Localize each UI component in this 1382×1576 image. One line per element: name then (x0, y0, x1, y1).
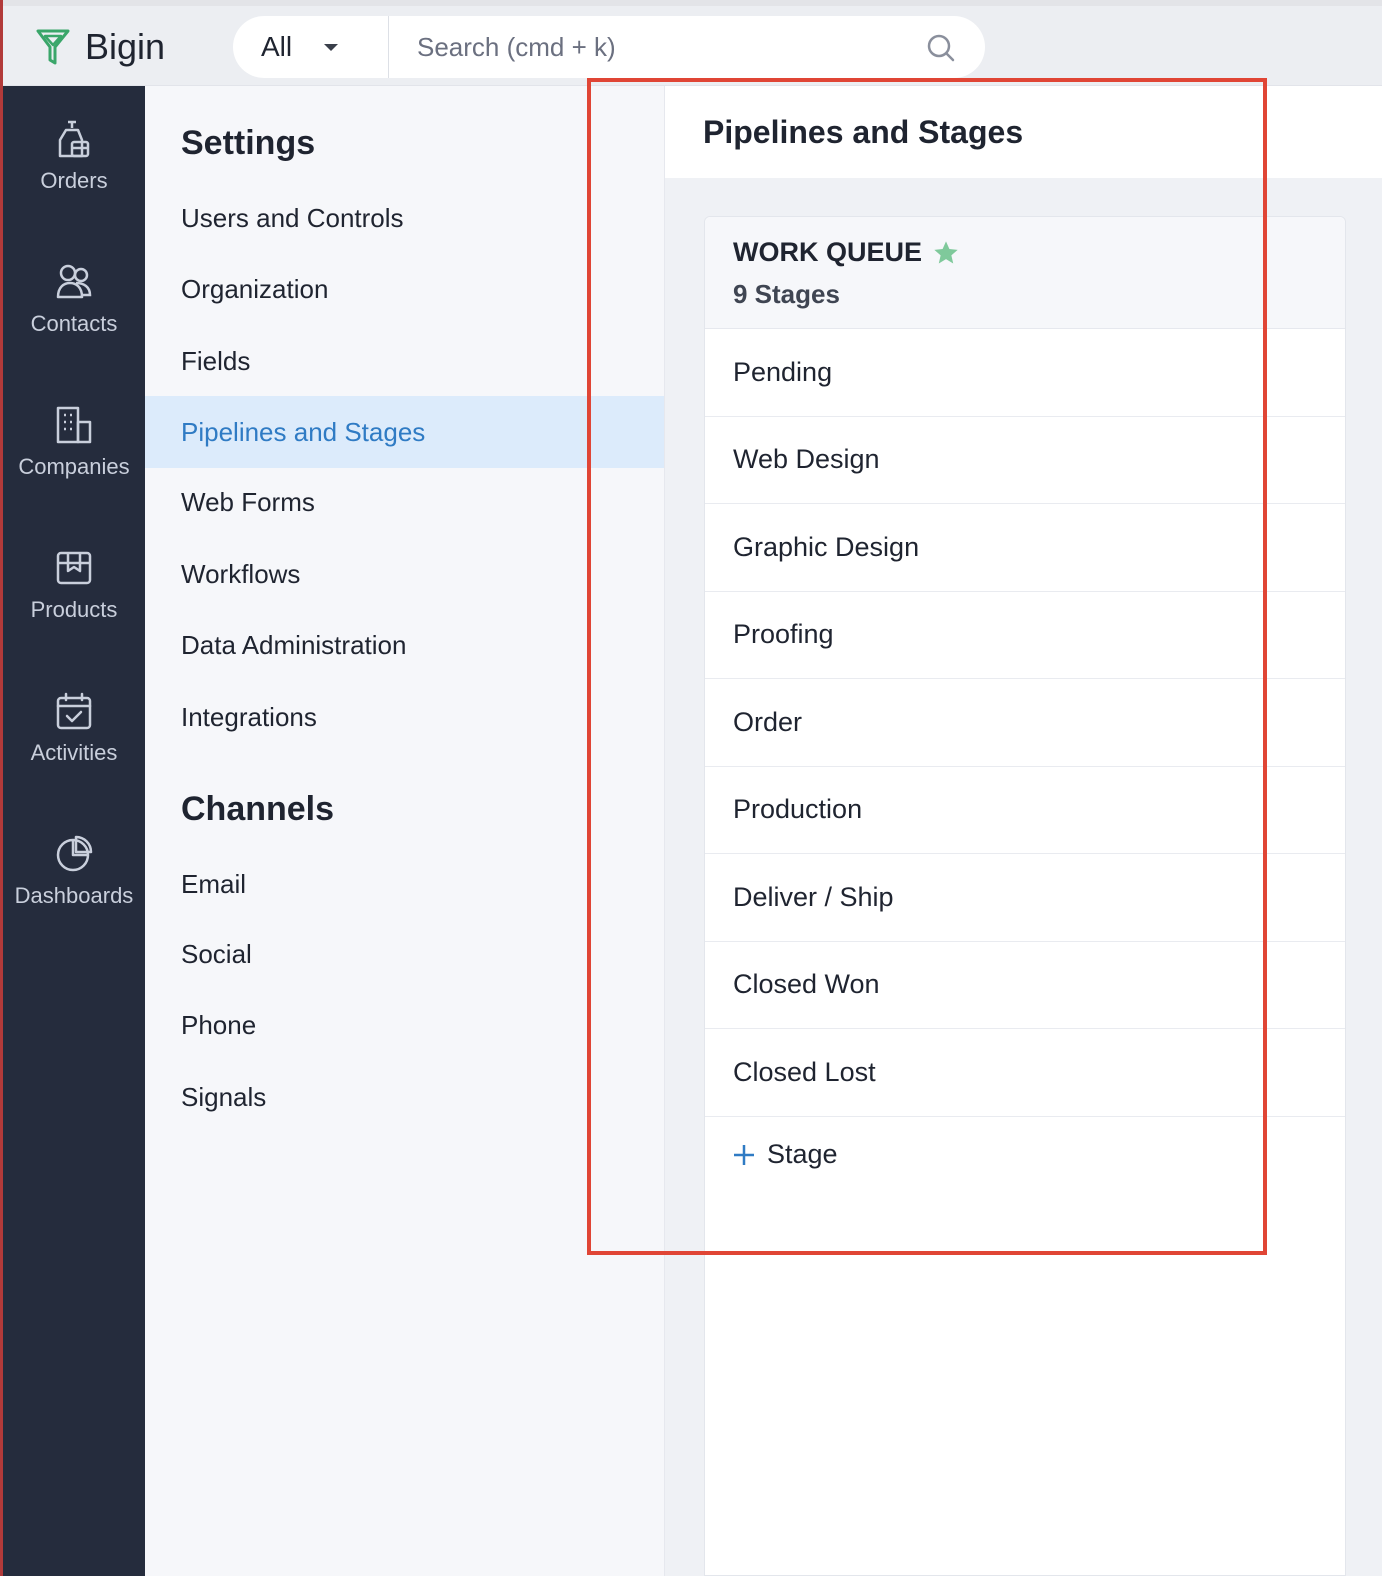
stage-row[interactable]: Web Design (705, 416, 1345, 504)
settings-heading: Settings (181, 124, 316, 162)
rail-label: Orders (40, 168, 108, 193)
pipeline-title: WORK QUEUE (733, 237, 960, 268)
stage-row[interactable]: Graphic Design (705, 504, 1345, 592)
search-scope-dropdown[interactable]: All (233, 16, 389, 78)
stage-row[interactable]: Closed Won (705, 941, 1345, 1029)
default-star-icon (934, 240, 958, 263)
stage-count: 9 Stages (733, 279, 840, 309)
stage-row[interactable]: Pending (705, 329, 1345, 417)
nav-item-social[interactable]: Social (145, 918, 664, 990)
rail-item-contacts[interactable]: Contacts (3, 261, 145, 381)
channels-heading: Channels (181, 790, 335, 828)
nav-item-signals[interactable]: Signals (145, 1061, 664, 1133)
rail-label: Companies (18, 454, 130, 479)
rail-item-activities[interactable]: Activities (3, 690, 145, 810)
caret-down-icon (324, 43, 339, 51)
dashboards-icon (56, 835, 93, 872)
stage-row[interactable]: Order (705, 679, 1345, 767)
rail-item-companies[interactable]: Companies (3, 404, 145, 524)
add-stage-button[interactable]: Stage (733, 1139, 838, 1170)
add-stage-label: Stage (767, 1139, 838, 1169)
page-title: Pipelines and Stages (703, 114, 1024, 150)
plus-icon (734, 1144, 754, 1165)
nav-item-data-administration[interactable]: Data Administration (145, 609, 664, 681)
rail-label: Contacts (30, 311, 118, 336)
pipeline-card: WORK QUEUE 9 Stages Pending Web Design G… (704, 216, 1346, 1576)
pipeline-name: WORK QUEUE (733, 237, 922, 267)
stage-row[interactable]: Production (705, 766, 1345, 854)
pipeline-header: WORK QUEUE 9 Stages (705, 217, 1345, 329)
nav-item-pipelines-and-stages[interactable]: Pipelines and Stages (145, 396, 664, 468)
companies-icon (56, 406, 92, 444)
nav-item-fields[interactable]: Fields (145, 325, 664, 397)
rail-item-products[interactable]: Products (3, 547, 145, 667)
nav-item-web-forms[interactable]: Web Forms (145, 466, 664, 538)
contacts-icon (56, 264, 92, 299)
products-icon (56, 551, 92, 585)
stage-row[interactable]: Deliver / Ship (705, 854, 1345, 942)
window-edge (0, 0, 3, 1576)
rail-label: Products (30, 597, 118, 622)
nav-item-phone[interactable]: Phone (145, 989, 664, 1061)
nav-item-workflows[interactable]: Workflows (145, 538, 664, 610)
app-logo[interactable]: Bigin (35, 26, 165, 68)
rail-item-dashboards[interactable]: Dashboards (3, 833, 145, 953)
content-header: Pipelines and Stages (665, 86, 1382, 178)
activities-icon (56, 692, 92, 730)
module-rail: Orders Contacts Companies Products Activ… (3, 86, 145, 1576)
bigin-logo-icon (36, 29, 70, 65)
search-icon[interactable] (925, 32, 957, 64)
rail-label: Dashboards (14, 883, 134, 908)
stage-row[interactable]: Proofing (705, 591, 1345, 679)
nav-item-integrations[interactable]: Integrations (145, 681, 664, 753)
orders-icon (58, 120, 90, 158)
nav-item-users-and-controls[interactable]: Users and Controls (145, 182, 664, 254)
rail-item-orders[interactable]: Orders (3, 118, 145, 238)
stage-row[interactable]: Closed Lost (705, 1029, 1345, 1117)
nav-item-email[interactable]: Email (145, 848, 664, 920)
search-scope-label: All (261, 31, 293, 62)
rail-label: Activities (30, 740, 118, 765)
app-name: Bigin (85, 26, 166, 67)
settings-nav: Settings Users and Controls Organization… (145, 86, 665, 1576)
nav-item-organization[interactable]: Organization (145, 253, 664, 325)
search-input[interactable] (389, 16, 899, 78)
top-header: Bigin All (3, 6, 1382, 86)
global-search: All (233, 16, 985, 78)
